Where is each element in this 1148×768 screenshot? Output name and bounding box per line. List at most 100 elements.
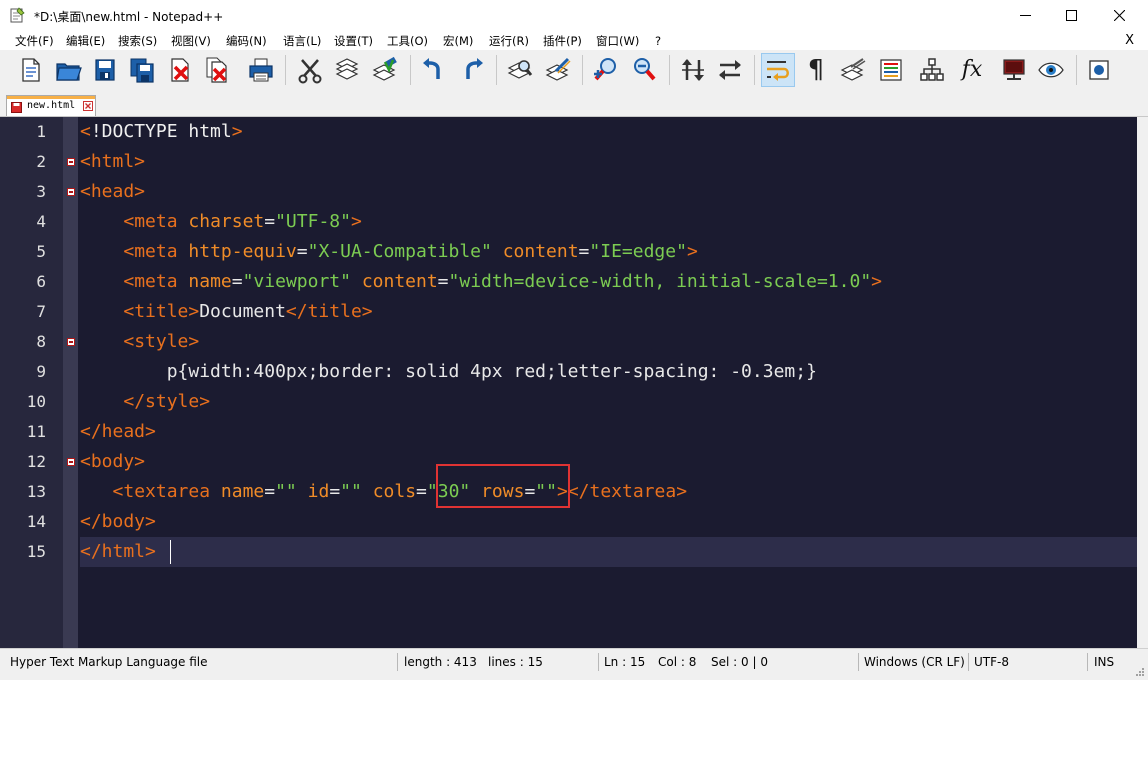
- save-all-button[interactable]: [125, 53, 159, 87]
- close-file-button[interactable]: [163, 53, 197, 87]
- word-wrap-icon: [767, 61, 789, 81]
- code-token: name: [220, 481, 265, 502]
- minimize-button[interactable]: [1002, 0, 1048, 30]
- code-token: <head>: [80, 181, 146, 202]
- vertical-scrollbar[interactable]: [1137, 117, 1148, 648]
- line-number: 10: [26, 392, 46, 411]
- menu-window[interactable]: 窗口(W): [596, 32, 639, 50]
- menu-language[interactable]: 语言(L): [283, 32, 321, 50]
- new-file-icon: [22, 58, 40, 82]
- save-all-icon: [130, 58, 154, 83]
- menu-file[interactable]: 文件(F): [15, 32, 54, 50]
- monitor-icon: [1003, 59, 1025, 80]
- zoom-in-icon: [594, 58, 616, 81]
- folder-as-workspace-button[interactable]: [915, 53, 949, 87]
- code-line[interactable]: <textarea name="" id="" cols="30" rows="…: [80, 477, 688, 507]
- menu-encoding[interactable]: 编码(N): [226, 32, 267, 50]
- code-line[interactable]: </style>: [80, 387, 210, 417]
- sync-vertical-scroll-button[interactable]: [676, 53, 710, 87]
- code-token: !DOCTYPE html: [90, 121, 232, 142]
- zoom-in-button[interactable]: [589, 53, 623, 87]
- open-file-button[interactable]: [51, 53, 85, 87]
- paste-button[interactable]: [368, 53, 402, 87]
- undo-button[interactable]: [417, 53, 451, 87]
- tab-close-icon[interactable]: [83, 101, 93, 111]
- status-language: Hyper Text Markup Language file: [10, 655, 208, 669]
- code-line[interactable]: </head>: [80, 417, 156, 447]
- toolbar-separator: [582, 55, 583, 85]
- save-button[interactable]: [88, 53, 122, 87]
- code-line[interactable]: </html>: [80, 537, 156, 567]
- cut-icon: [298, 59, 322, 84]
- redo-button[interactable]: [455, 53, 489, 87]
- line-number: 8: [36, 332, 46, 351]
- menu-macro[interactable]: 宏(M): [443, 32, 473, 50]
- show-all-characters-button[interactable]: ¶: [799, 53, 833, 87]
- menu-settings[interactable]: 设置(T): [334, 32, 373, 50]
- close-document-button[interactable]: X: [1125, 32, 1134, 50]
- code-line[interactable]: <meta name="viewport" content="width=dev…: [80, 267, 882, 297]
- record-macro-button[interactable]: [1082, 53, 1116, 87]
- code-line[interactable]: <!DOCTYPE html>: [80, 117, 243, 147]
- open-file-icon: [56, 63, 82, 81]
- menu-view[interactable]: 视图(V): [171, 32, 211, 50]
- maximize-button[interactable]: [1048, 0, 1094, 30]
- replace-button[interactable]: [541, 53, 575, 87]
- sync-horizontal-scroll-button[interactable]: [713, 53, 747, 87]
- new-file-button[interactable]: [14, 53, 48, 87]
- code-token: >: [871, 271, 882, 292]
- find-button[interactable]: [503, 53, 537, 87]
- fold-toggle-icon[interactable]: [67, 338, 75, 346]
- code-line[interactable]: <body>: [80, 447, 145, 477]
- code-line[interactable]: </body>: [80, 507, 156, 537]
- code-line[interactable]: p{width:400px;border: solid 4px red;lett…: [80, 357, 817, 387]
- close-window-button[interactable]: [1096, 0, 1142, 30]
- code-line[interactable]: <head>: [80, 177, 145, 207]
- eye-icon: [1038, 62, 1064, 78]
- current-line-highlight: [80, 537, 1137, 567]
- document-map-icon: [880, 59, 902, 81]
- resize-grip-icon[interactable]: [1135, 667, 1145, 677]
- function-list-button[interactable]: fx: [955, 53, 989, 87]
- fold-toggle-icon[interactable]: [67, 458, 75, 466]
- status-encoding[interactable]: UTF-8: [974, 655, 1009, 669]
- code-line[interactable]: <meta http-equiv="X-UA-Compatible" conte…: [80, 237, 697, 267]
- menu-plugins[interactable]: 插件(P): [543, 32, 582, 50]
- status-selection: Sel : 0 | 0: [711, 655, 768, 669]
- code-token: "UTF-8": [275, 211, 351, 232]
- status-insert-mode[interactable]: INS: [1094, 655, 1114, 669]
- code-token: =: [578, 241, 590, 262]
- code-line[interactable]: <html>: [80, 147, 145, 177]
- copy-button[interactable]: [330, 53, 364, 87]
- menu-search[interactable]: 搜索(S): [118, 32, 157, 50]
- print-button[interactable]: [244, 53, 278, 87]
- monitoring-button[interactable]: [997, 53, 1031, 87]
- code-line[interactable]: <meta charset="UTF-8">: [80, 207, 361, 237]
- fold-margin[interactable]: [63, 117, 78, 648]
- code-editor[interactable]: 1 2 3 4 5 6 7 8 9 10 11 12 13 14 15 <!DOCTYPE html> <ht…: [0, 117, 1137, 762]
- zoom-out-icon: [634, 58, 656, 81]
- replace-icon: [545, 57, 571, 81]
- menu-edit[interactable]: 编辑(E): [66, 32, 105, 50]
- document-map-button[interactable]: [874, 53, 908, 87]
- word-wrap-button[interactable]: [761, 53, 795, 87]
- menu-run[interactable]: 运行(R): [489, 32, 529, 50]
- fold-toggle-icon[interactable]: [67, 188, 75, 196]
- menu-tools[interactable]: 工具(O): [387, 32, 428, 50]
- code-line[interactable]: <style>: [80, 327, 199, 357]
- indent-guide-button[interactable]: [836, 53, 870, 87]
- minimize-icon: [1019, 14, 1031, 16]
- menu-help[interactable]: ?: [655, 32, 661, 50]
- preview-button[interactable]: [1034, 53, 1068, 87]
- tab-new-html[interactable]: new.html: [6, 95, 96, 116]
- watermark-url: jingyan.baidu.com: [885, 738, 1079, 762]
- status-eol[interactable]: Windows (CR LF): [864, 655, 965, 669]
- code-line[interactable]: <title>Document</title>: [80, 297, 372, 327]
- fold-toggle-icon[interactable]: [67, 158, 75, 166]
- zoom-out-button[interactable]: [627, 53, 661, 87]
- code-token: =: [296, 241, 308, 262]
- cut-button[interactable]: [293, 53, 327, 87]
- close-all-button[interactable]: [200, 53, 234, 87]
